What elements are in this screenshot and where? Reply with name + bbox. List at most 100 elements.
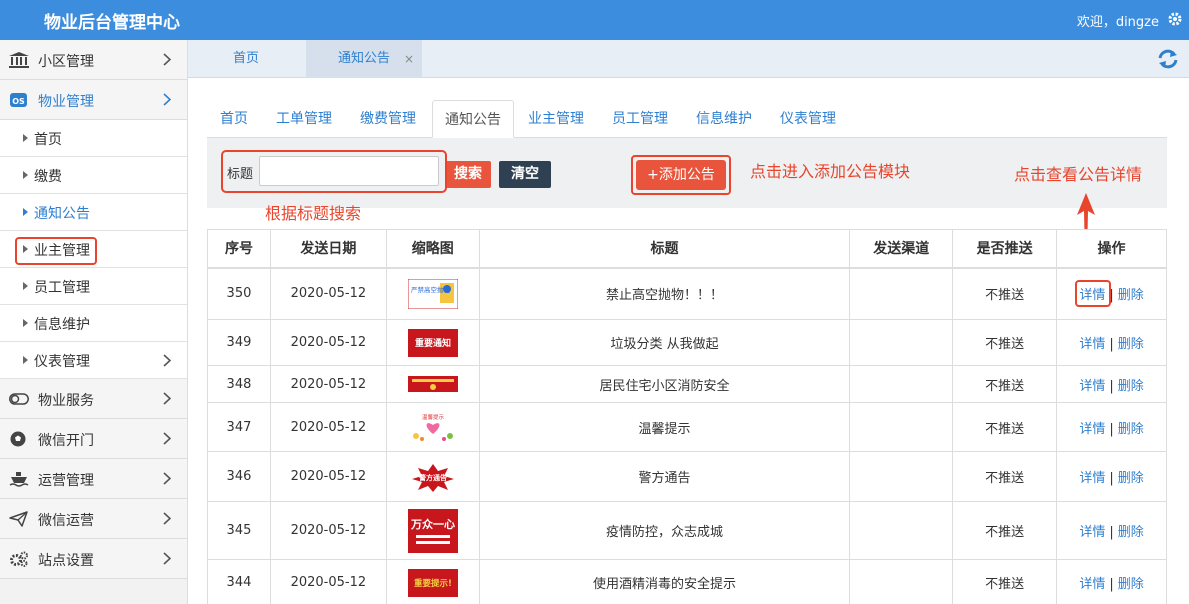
clear-button[interactable]: 清空 bbox=[499, 161, 551, 188]
ball-icon bbox=[10, 431, 26, 447]
subtab-owners[interactable]: 业主管理 bbox=[528, 100, 584, 138]
thumbnail-text: 万众一心 bbox=[410, 517, 455, 531]
svg-text:OS: OS bbox=[12, 97, 25, 106]
cell-date: 2020-05-12 bbox=[269, 319, 387, 366]
thumbnail-text: 警方通告 bbox=[419, 473, 447, 482]
sidebar-subitem-payment[interactable]: 缴费 bbox=[0, 157, 187, 194]
chevron-right-icon bbox=[163, 354, 171, 367]
column-header: 发送日期 bbox=[269, 229, 387, 269]
cell-push: 不推送 bbox=[952, 501, 1058, 560]
sidebar-subitem-staff[interactable]: 员工管理 bbox=[0, 268, 187, 305]
top-header: 物业后台管理中心 欢迎，dingze bbox=[0, 0, 1189, 40]
subtab-payment[interactable]: 缴费管理 bbox=[360, 100, 416, 138]
sidebar-subitem-home[interactable]: 首页 bbox=[0, 120, 187, 157]
caret-right-icon bbox=[23, 134, 28, 142]
cell-actions: 详情 | 删除 bbox=[1056, 501, 1167, 560]
sidebar-item-services[interactable]: 物业服务 bbox=[0, 379, 187, 419]
sidebar-item-wechat-ops[interactable]: 微信运营 bbox=[0, 499, 187, 539]
sidebar-item-property[interactable]: OS 物业管理 bbox=[0, 80, 187, 120]
subtab-notice[interactable]: 通知公告 bbox=[432, 100, 514, 138]
tab-home[interactable]: 首页 bbox=[188, 40, 304, 78]
column-header: 操作 bbox=[1056, 229, 1167, 269]
sidebar: 小区管理 OS 物业管理 首页 缴费 通知公告 业主管理 员工管理 信息维护 仪… bbox=[0, 40, 188, 604]
caret-right-icon bbox=[23, 319, 28, 327]
thumbnail-text: 重要提示! bbox=[414, 578, 452, 589]
separator: | bbox=[1109, 471, 1114, 486]
cell-id: 347 bbox=[207, 402, 271, 452]
column-header: 缩略图 bbox=[385, 229, 480, 269]
detail-link[interactable]: 详情 bbox=[1079, 525, 1105, 540]
thumbnail-image: 警方通告 bbox=[407, 461, 458, 492]
cell-date: 2020-05-12 bbox=[269, 559, 387, 604]
detail-link[interactable]: 详情 bbox=[1079, 337, 1105, 352]
caret-right-icon bbox=[23, 171, 28, 179]
subtab-workorder[interactable]: 工单管理 bbox=[276, 100, 332, 138]
detail-link[interactable]: 详情 bbox=[1079, 471, 1105, 486]
delete-link[interactable]: 删除 bbox=[1118, 288, 1144, 303]
delete-link[interactable]: 删除 bbox=[1118, 577, 1144, 592]
separator: | bbox=[1109, 378, 1114, 394]
sidebar-subitem-info[interactable]: 信息维护 bbox=[0, 305, 187, 342]
sidebar-subitem-label: 通知公告 bbox=[34, 206, 90, 222]
detail-link[interactable]: 详情 bbox=[1079, 422, 1105, 437]
cell-actions: 详情 | 删除 bbox=[1056, 559, 1167, 604]
separator: | bbox=[1109, 525, 1114, 540]
delete-link[interactable]: 删除 bbox=[1118, 337, 1144, 352]
close-icon[interactable]: × bbox=[404, 40, 414, 78]
column-header: 发送渠道 bbox=[849, 229, 954, 269]
delete-link[interactable]: 删除 bbox=[1118, 471, 1144, 486]
subtab-staff[interactable]: 员工管理 bbox=[612, 100, 668, 138]
cell-channel bbox=[849, 501, 954, 560]
sub-tab-bar: 首页 工单管理 缴费管理 通知公告 业主管理 员工管理 信息维护 仪表管理 bbox=[207, 100, 1167, 138]
delete-link[interactable]: 删除 bbox=[1118, 525, 1144, 540]
sidebar-subitem-label: 首页 bbox=[34, 132, 62, 148]
sidebar-subitem-notice[interactable]: 通知公告 bbox=[0, 194, 187, 231]
caret-right-icon bbox=[23, 208, 28, 216]
sidebar-item-community[interactable]: 小区管理 bbox=[0, 40, 187, 80]
cell-date: 2020-05-12 bbox=[269, 365, 387, 403]
gear-icon[interactable] bbox=[1167, 11, 1183, 27]
sidebar-item-label: 物业管理 bbox=[38, 94, 94, 110]
gears-icon bbox=[10, 551, 28, 567]
cell-channel bbox=[849, 451, 954, 502]
subtab-home[interactable]: 首页 bbox=[220, 100, 248, 138]
search-button[interactable]: 搜索 bbox=[445, 161, 491, 188]
subtab-meters[interactable]: 仪表管理 bbox=[780, 100, 836, 138]
ship-icon bbox=[9, 472, 29, 487]
cell-actions: 详情 | 删除 bbox=[1056, 365, 1167, 403]
table-row: 350 2020-05-12 严禁高空抛物 禁止高空抛物！！！ 不推送 详情 | 删… bbox=[207, 267, 1167, 320]
detail-annotation: 点击查看公告详情 bbox=[1014, 165, 1143, 184]
sidebar-item-operations[interactable]: 运营管理 bbox=[0, 459, 187, 499]
tab-notice[interactable]: 通知公告 × bbox=[306, 40, 422, 78]
sidebar-item-site-settings[interactable]: 站点设置 bbox=[0, 539, 187, 579]
sidebar-subitem-label: 仪表管理 bbox=[34, 354, 90, 370]
sidebar-item-label: 物业服务 bbox=[38, 393, 94, 409]
table-row: 349 2020-05-12 重要通知 垃圾分类 从我做起 不推送 详情 | 删除 bbox=[207, 319, 1167, 366]
sidebar-subitem-meters[interactable]: 仪表管理 bbox=[0, 342, 187, 379]
cell-thumbnail: 万众一心 bbox=[385, 501, 480, 560]
table-row: 345 2020-05-12 万众一心 疫情防控，众志成城 不推送 详情 | 删除 bbox=[207, 501, 1167, 560]
detail-link[interactable]: 详情 bbox=[1079, 379, 1105, 394]
separator: | bbox=[1109, 288, 1114, 304]
subtab-info[interactable]: 信息维护 bbox=[696, 100, 752, 138]
separator: | bbox=[1109, 577, 1114, 592]
thumbnail-image bbox=[407, 376, 458, 392]
column-header: 是否推送 bbox=[952, 229, 1058, 269]
table-row: 348 2020-05-12 居民住宅小区消防安全 不推送 详情 | 删除 bbox=[207, 365, 1167, 403]
sidebar-item-wechat-door[interactable]: 微信开门 bbox=[0, 419, 187, 459]
cell-title: 疫情防控，众志成城 bbox=[478, 501, 851, 560]
thumbnail-image: 重要提示! bbox=[407, 568, 458, 597]
cell-push: 不推送 bbox=[952, 365, 1058, 403]
table-row: 346 2020-05-12 警方通告 警方通告 不推送 详情 | 删除 bbox=[207, 451, 1167, 502]
detail-link[interactable]: 详情 bbox=[1079, 288, 1105, 303]
thumbnail-image: 温馨提示 bbox=[407, 412, 458, 442]
refresh-icon[interactable] bbox=[1157, 49, 1179, 69]
cell-actions: 详情 | 删除 bbox=[1056, 267, 1167, 320]
chevron-right-icon bbox=[163, 432, 171, 445]
delete-link[interactable]: 删除 bbox=[1118, 379, 1144, 394]
os-badge-icon: OS bbox=[10, 93, 27, 107]
welcome-text: 欢迎，dingze bbox=[1076, 15, 1159, 30]
detail-link[interactable]: 详情 bbox=[1079, 577, 1105, 592]
cell-push: 不推送 bbox=[952, 267, 1058, 320]
delete-link[interactable]: 删除 bbox=[1118, 422, 1144, 437]
